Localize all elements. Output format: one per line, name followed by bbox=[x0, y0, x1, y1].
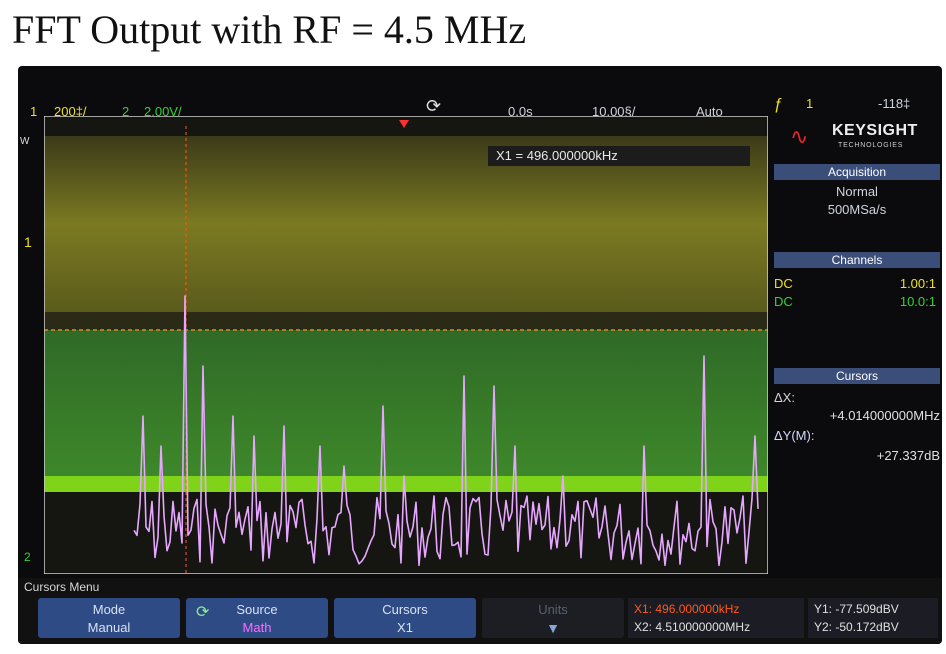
page-title: FFT Output with RF = 4.5 MHz bbox=[12, 7, 527, 52]
source-softkey-value: Math bbox=[242, 620, 272, 635]
units-softkey-title: Units bbox=[538, 602, 568, 617]
y1-readout: Y1: -77.509dBV bbox=[814, 602, 899, 616]
delta-y-value: +27.337dB bbox=[876, 448, 940, 463]
ch2-probe: 10.0:1 bbox=[899, 294, 936, 309]
acquisition-rate: 500MSa/s bbox=[827, 202, 887, 217]
delta-x-label: ΔX: bbox=[774, 390, 795, 405]
ch1-number[interactable]: 1 bbox=[30, 104, 37, 119]
keysight-wave-icon: ∿ bbox=[790, 124, 809, 149]
units-softkey[interactable]: Units ▼ bbox=[482, 598, 624, 638]
right-panel: ∿ KEYSIGHT TECHNOLOGIES Acquisition Norm… bbox=[774, 106, 942, 606]
cursors-softkey-title: Cursors bbox=[382, 602, 428, 617]
keysight-logo: ∿ KEYSIGHT TECHNOLOGIES bbox=[790, 120, 940, 156]
channels-header[interactable]: Channels bbox=[774, 252, 940, 268]
menu-title: Cursors Menu bbox=[24, 580, 100, 594]
ch2-ground-marker[interactable]: 2 bbox=[24, 550, 31, 564]
ch1-ground-marker[interactable]: 1 bbox=[24, 234, 32, 250]
acquisition-header[interactable]: Acquisition bbox=[774, 164, 940, 180]
cursor-x1-readout: X1 = 496.000000kHz bbox=[488, 146, 750, 166]
x1-readout: X1: 496.000000kHz bbox=[634, 602, 740, 616]
cursors-softkey[interactable]: Cursors X1 bbox=[334, 598, 476, 638]
delta-y-label: ΔY(M): bbox=[774, 428, 815, 443]
oscilloscope-screen: 1 200‡/ 2 2.00V/ ⟳ 0.0s 10.00§/ Auto ƒ 1… bbox=[18, 66, 942, 644]
y-readout: Y1: -77.509dBV Y2: -50.172dBV bbox=[808, 598, 938, 638]
chevron-down-icon: ▼ bbox=[546, 620, 560, 636]
cursors-softkey-value: X1 bbox=[397, 620, 413, 635]
mode-softkey-value: Manual bbox=[87, 620, 131, 635]
mode-softkey[interactable]: Mode Manual bbox=[38, 598, 180, 638]
softkey-bar: Cursors Menu Mode Manual ⟳ Source Math C… bbox=[18, 578, 942, 644]
ch1-band-edge bbox=[44, 312, 768, 330]
ch1-probe: 1.00:1 bbox=[899, 276, 936, 291]
x2-readout: X2: 4.510000000MHz bbox=[634, 620, 751, 634]
ch2-coupling: DC bbox=[774, 294, 793, 309]
ch2-band bbox=[44, 330, 768, 490]
ch1-coupling: DC bbox=[774, 276, 793, 291]
source-softkey-title: Source bbox=[236, 602, 278, 617]
x-readout: X1: 496.000000kHz X2: 4.510000000MHz bbox=[628, 598, 804, 638]
y2-readout: Y2: -50.172dBV bbox=[814, 620, 899, 634]
acquisition-mode: Normal bbox=[836, 184, 878, 199]
delta-x-value: +4.014000000MHz bbox=[829, 408, 940, 423]
cursors-header[interactable]: Cursors bbox=[774, 368, 940, 384]
ch2-trace bbox=[44, 476, 768, 492]
waveform-display[interactable]: X1 = 496.000000kHz bbox=[44, 116, 768, 574]
refresh-icon[interactable]: ⟳ bbox=[426, 96, 441, 117]
status-bar: 1 200‡/ 2 2.00V/ ⟳ 0.0s 10.00§/ Auto bbox=[18, 66, 778, 119]
source-softkey[interactable]: ⟳ Source Math bbox=[186, 598, 328, 638]
brand-name: KEYSIGHT bbox=[832, 122, 918, 139]
mode-softkey-title: Mode bbox=[92, 602, 126, 617]
math-marker: W bbox=[20, 136, 30, 147]
brand-sub: TECHNOLOGIES bbox=[838, 142, 904, 149]
waveform-svg bbox=[44, 116, 768, 574]
